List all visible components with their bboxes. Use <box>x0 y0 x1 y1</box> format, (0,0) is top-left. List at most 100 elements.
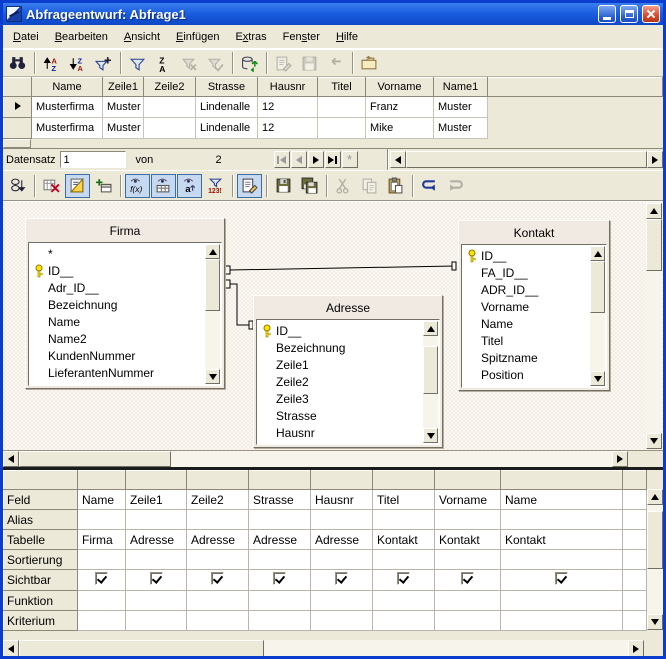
standard-filter-button[interactable] <box>125 51 150 75</box>
table-title[interactable]: Firma <box>28 221 222 242</box>
save-record-button[interactable] <box>297 51 322 75</box>
data-source-button[interactable] <box>357 51 382 75</box>
visible-checkbox[interactable] <box>211 572 224 585</box>
record-position-input[interactable] <box>60 151 126 168</box>
refresh-button[interactable] <box>237 51 262 75</box>
grid-column-header[interactable] <box>249 471 311 490</box>
corner-cell[interactable] <box>4 78 32 97</box>
menu-hilfe[interactable]: Hilfe <box>328 28 366 46</box>
field-list-scrollbar[interactable] <box>423 321 438 443</box>
titlebar[interactable]: Abfrageentwurf: Abfrage1 <box>3 3 663 25</box>
scroll-up-button[interactable] <box>647 489 663 505</box>
scroll-thumb[interactable] <box>647 511 663 569</box>
scroll-track[interactable] <box>171 451 612 467</box>
column-header[interactable]: Name1 <box>434 78 488 97</box>
field-row[interactable]: Strasse <box>257 407 422 424</box>
row-header-current[interactable] <box>4 97 32 118</box>
field-row[interactable]: FA_ID__ <box>462 264 589 281</box>
grid-vertical-scrollbar[interactable] <box>647 489 663 630</box>
find-record-button[interactable] <box>5 51 30 75</box>
scroll-thumb[interactable] <box>590 261 605 313</box>
field-row[interactable]: ADR_ID__ <box>462 281 589 298</box>
clear-query-button[interactable] <box>39 174 64 198</box>
visible-checkbox[interactable] <box>555 572 568 585</box>
menu-fenster[interactable]: Fenster <box>275 28 328 46</box>
autofilter-button[interactable] <box>91 51 116 75</box>
scroll-thumb[interactable] <box>19 451 171 467</box>
column-header[interactable]: Vorname <box>366 78 434 97</box>
table-horizontal-scrollbar[interactable] <box>390 151 663 168</box>
scroll-down-button[interactable] <box>590 371 605 386</box>
design-horizontal-scrollbar[interactable] <box>3 450 663 467</box>
scroll-left-button[interactable] <box>3 451 19 467</box>
column-header[interactable]: Zeile1 <box>103 78 144 97</box>
visible-checkbox[interactable] <box>335 572 348 585</box>
grid-horizontal-scrollbar[interactable] <box>3 640 644 657</box>
visible-checkbox[interactable] <box>461 572 474 585</box>
visible-checkbox[interactable] <box>95 572 108 585</box>
scroll-down-button[interactable] <box>647 614 663 630</box>
grid-column-header[interactable] <box>78 471 126 490</box>
edit-data-button[interactable] <box>271 51 296 75</box>
field-row[interactable]: ID__ <box>257 322 422 339</box>
design-view-button[interactable] <box>65 174 90 198</box>
scroll-thumb[interactable] <box>423 346 438 394</box>
column-header[interactable]: Name <box>32 78 103 97</box>
field-list-scrollbar[interactable] <box>590 246 605 386</box>
field-row[interactable]: Adr_ID__ <box>29 279 204 296</box>
grid-column-header[interactable] <box>435 471 501 490</box>
grid-column-header[interactable] <box>501 471 623 490</box>
sort-ascending-button[interactable]: AZ <box>39 51 64 75</box>
visible-checkbox[interactable] <box>150 572 163 585</box>
field-row[interactable]: LieferantenNummer <box>29 364 204 381</box>
field-row[interactable]: Titel <box>462 332 589 349</box>
cut-button[interactable] <box>331 174 356 198</box>
close-button[interactable] <box>642 5 660 23</box>
field-row[interactable]: * <box>29 245 204 262</box>
menu-einfuegen[interactable]: Einfügen <box>168 28 227 46</box>
scroll-track[interactable] <box>264 640 628 657</box>
visible-checkbox[interactable] <box>397 572 410 585</box>
field-row[interactable]: Bezeichnung <box>257 339 422 356</box>
edit-button[interactable] <box>237 174 262 198</box>
scroll-up-button[interactable] <box>646 203 662 219</box>
previous-record-button[interactable] <box>291 151 307 168</box>
sort-order-button[interactable]: ZA <box>151 51 176 75</box>
save-as-button[interactable] <box>297 174 322 198</box>
field-row[interactable]: Position <box>462 366 589 383</box>
field-row[interactable]: Zeile1 <box>257 356 422 373</box>
scroll-right-button[interactable] <box>647 151 663 168</box>
scroll-up-button[interactable] <box>205 244 220 259</box>
field-row[interactable]: Name <box>462 315 589 332</box>
table-name-button[interactable] <box>151 174 176 198</box>
table-title[interactable]: Adresse <box>256 298 440 319</box>
run-query-button[interactable] <box>5 174 30 198</box>
column-header[interactable]: Strasse <box>196 78 258 97</box>
scroll-thumb[interactable] <box>406 151 647 168</box>
functions-button[interactable]: f(x) <box>125 174 150 198</box>
new-record-button[interactable]: * <box>342 151 358 168</box>
grid-column-header[interactable] <box>373 471 435 490</box>
scroll-left-button[interactable] <box>3 640 19 657</box>
undo-button[interactable] <box>417 174 442 198</box>
copy-button[interactable] <box>357 174 382 198</box>
field-row[interactable]: Postfach <box>257 441 422 445</box>
remove-filter-button[interactable] <box>177 51 202 75</box>
field-row[interactable]: ID__ <box>29 262 204 279</box>
scroll-down-button[interactable] <box>205 369 220 384</box>
redo-button[interactable] <box>443 174 468 198</box>
field-row[interactable]: Zeile2 <box>257 373 422 390</box>
table-window-firma[interactable]: Firma * ID__ Adr_ID__ Bezeichnung Name N… <box>25 218 225 389</box>
next-record-button[interactable] <box>308 151 324 168</box>
table-window-kontakt[interactable]: Kontakt ID__ FA_ID__ ADR_ID__ Vorname Na… <box>458 220 610 391</box>
apply-filter-button[interactable] <box>203 51 228 75</box>
field-row[interactable]: Name <box>29 313 204 330</box>
scroll-up-button[interactable] <box>423 321 438 336</box>
field-row[interactable]: Zeile3 <box>257 390 422 407</box>
column-header[interactable]: Titel <box>318 78 366 97</box>
grid-column-header[interactable] <box>126 471 187 490</box>
maximize-button[interactable] <box>620 5 638 23</box>
scroll-thumb[interactable] <box>646 219 662 271</box>
column-header[interactable]: Hausnr <box>258 78 318 97</box>
menu-datei[interactable]: Datei <box>5 28 47 46</box>
